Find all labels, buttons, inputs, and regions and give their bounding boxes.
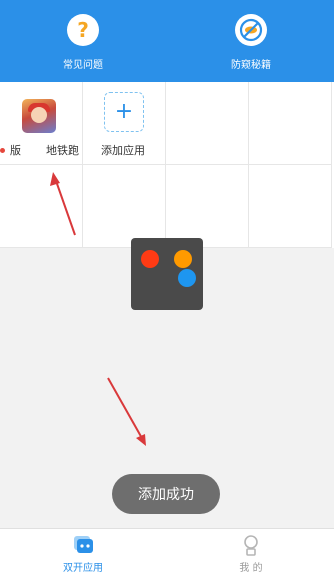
app-grid: 版 地铁跑 + 添加应用 [0,82,334,248]
dual-apps-icon [28,534,138,556]
no-peeking-icon [235,14,267,46]
subway-surfers-app-icon[interactable] [22,99,56,133]
top-header: ? 常见问题 防窥秘籍 [0,0,334,82]
loading-dot-orange [174,250,192,268]
app-label: 版 [10,144,21,157]
grid-cell-empty [0,165,83,248]
grid-cell-empty [249,82,332,165]
grid-cell-empty [166,165,249,248]
tab-me[interactable]: 我 的 [196,534,306,574]
grid-cell-empty [83,165,166,248]
svg-text:?: ? [77,18,89,42]
tab-dual-apps-label: 双开应用 [63,563,103,574]
new-badge-dot [0,148,5,153]
bottom-tab-bar: 双开应用 我 的 [0,528,334,577]
grid-cell-empty [249,165,332,248]
tab-me-label: 我 的 [239,563,263,574]
anti-peeking-label: 防窥秘籍 [231,60,271,71]
grid-cell-empty [166,82,249,165]
toast-message: 添加成功 [112,474,220,514]
add-app-label: 添加应用 [101,144,145,157]
subway-app-label: 地铁跑 [46,144,79,157]
profile-icon [196,534,306,556]
loading-indicator [131,238,203,310]
loading-dot-blue [178,269,196,287]
tab-dual-apps[interactable]: 双开应用 [28,534,138,574]
loading-dot-red [141,250,159,268]
faq-label: 常见问题 [63,60,103,71]
plus-icon[interactable]: + [104,92,144,132]
add-app-cell[interactable]: + 添加应用 [83,82,166,165]
anti-peeking-tips-button[interactable]: 防窥秘籍 [196,14,306,71]
faq-button[interactable]: ? 常见问题 [28,14,138,71]
question-icon: ? [67,14,99,46]
